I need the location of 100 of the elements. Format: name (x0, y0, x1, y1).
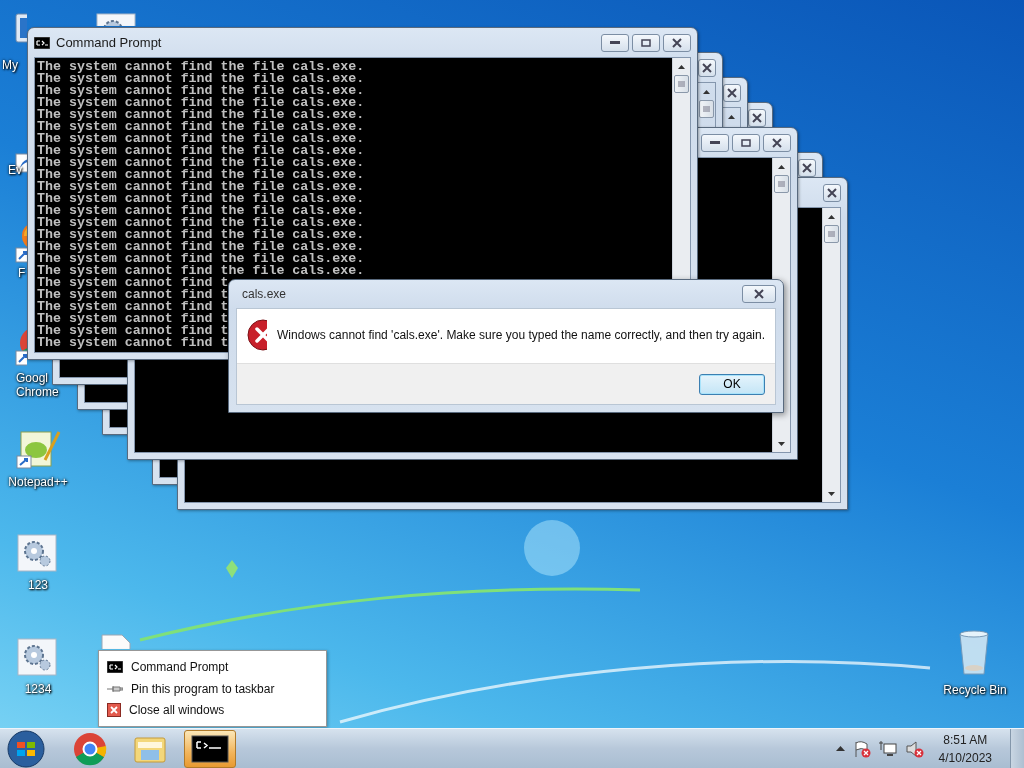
grip-icon (778, 181, 785, 187)
close-button[interactable] (798, 158, 816, 177)
caret-up-icon (728, 114, 735, 119)
grip-icon (703, 106, 710, 112)
pin-icon (107, 683, 123, 694)
console-line: The system cannot find the file cals.exe. (37, 241, 365, 253)
show-hidden-icons-button[interactable] (835, 746, 845, 751)
icon-label: 1234 (23, 682, 53, 696)
console-line: The system cannot find the file cals.exe. (37, 217, 365, 229)
maximize-icon (741, 138, 751, 147)
minimize-icon (610, 41, 620, 44)
flag-icon[interactable] (852, 739, 871, 758)
close-icon (702, 62, 712, 73)
dialog-message: Windows cannot find 'cals.exe'. Make sure you typed the name correctly, and then try again. (277, 328, 765, 342)
close-button[interactable] (663, 33, 691, 52)
console-line: The system cannot find the file cals.exe. (37, 145, 365, 157)
menu-item[interactable]: Pin this program to taskbar (105, 677, 320, 700)
notepad-icon[interactable] (15, 428, 61, 470)
scroll-thumb[interactable] (774, 175, 789, 193)
icon-label: 123 (27, 578, 49, 592)
close-button[interactable] (823, 183, 841, 202)
console-line: The system cannot find the file cals.exe. (37, 169, 365, 181)
caret-up-icon (678, 64, 685, 69)
icon-label: Recycle Bin (942, 683, 1008, 697)
clock-date[interactable]: 4/10/2023 (938, 748, 992, 767)
icon-label: Googl Chrome (16, 371, 59, 399)
speaker-icon[interactable] (904, 739, 925, 758)
scroll-thumb[interactable] (824, 225, 839, 243)
glow-drawing (524, 520, 580, 576)
caret-up-icon (828, 214, 835, 219)
console-icon (34, 36, 50, 49)
grip-icon (828, 231, 835, 237)
console-line: The system cannot find the file cals.exe. (37, 121, 365, 133)
caret-up-icon (835, 746, 845, 751)
close-icon (772, 137, 782, 148)
caret-down-icon (828, 491, 835, 496)
scroll-thumb[interactable] (674, 75, 689, 93)
network-icon[interactable] (878, 739, 897, 758)
caret-up-icon (703, 89, 710, 94)
console-icon (191, 734, 229, 763)
grip-icon (678, 81, 685, 87)
console-line: The system cannot find t (37, 289, 229, 301)
icon-label: My (2, 58, 18, 72)
close-icon (727, 87, 737, 98)
close-button[interactable] (742, 285, 776, 303)
console-line: The system cannot find t (37, 313, 229, 325)
caret-up-icon (778, 164, 785, 169)
console-line: The system cannot find the file cals.exe. (37, 205, 365, 217)
close-icon (827, 187, 837, 198)
window-title: Command Prompt (56, 35, 162, 50)
console-line: The system cannot find the file cals.exe. (37, 133, 365, 145)
close-button[interactable] (763, 133, 791, 152)
start-orb-icon (6, 729, 46, 768)
minimize-button[interactable] (701, 133, 729, 152)
taskbar-button[interactable] (184, 729, 236, 768)
maximize-icon (641, 38, 651, 47)
close-icon (107, 703, 121, 718)
menu-item[interactable]: Command Prompt (105, 656, 320, 678)
minimize-button[interactable] (601, 33, 629, 52)
icon-label: Ev (8, 163, 22, 177)
close-icon (754, 289, 764, 299)
console-line: The system cannot find the file cals.exe. (37, 253, 365, 265)
show-desktop-button[interactable] (1010, 728, 1024, 768)
console-line: The system cannot find t (37, 325, 229, 337)
browser-icon (73, 731, 107, 766)
console-line: The system cannot find the file cals.exe. (37, 181, 365, 193)
scroll-thumb[interactable] (699, 100, 714, 118)
maximize-button[interactable] (732, 133, 760, 152)
caret-down-icon (778, 441, 785, 446)
close-icon (672, 37, 682, 48)
console-line: The system cannot find the file cals.exe. (37, 73, 365, 85)
icon-label: F (18, 266, 26, 280)
console-line: The system cannot find the file cals.exe. (37, 265, 365, 277)
ok-button[interactable]: OK (699, 373, 765, 395)
console-line: The system cannot find the file cals.exe. (37, 109, 365, 121)
menu-item[interactable]: Close all windows (105, 699, 320, 721)
maximize-button[interactable] (632, 33, 660, 52)
console-line: The system cannot find the file cals.exe. (37, 229, 365, 241)
scrollbar[interactable] (822, 208, 840, 502)
close-button[interactable] (723, 83, 741, 102)
console-line: The system cannot find the file cals.exe. (37, 61, 365, 73)
error-icon (247, 319, 268, 351)
close-button[interactable] (698, 58, 716, 77)
close-button[interactable] (748, 108, 766, 127)
console-line: The system cannot find the file cals.exe. (37, 97, 365, 109)
console-line: The system cannot find t (37, 277, 229, 289)
clock-time[interactable]: 8:51 AM (943, 730, 988, 749)
console-line: The system cannot find the file cals.exe. (37, 157, 365, 169)
icon-label: Notepad++ (7, 475, 69, 489)
dialog-title: cals.exe (242, 287, 287, 301)
console-line: The system cannot find t (37, 337, 229, 349)
gear-icon[interactable] (95, 12, 137, 26)
close-icon (752, 112, 762, 123)
console-line: The system cannot find the file cals.exe. (37, 193, 365, 205)
close-icon (802, 162, 812, 173)
minimize-icon (710, 141, 720, 144)
console-line: The system cannot find t (37, 301, 229, 313)
sparkle-icon (226, 560, 238, 578)
console-line: The system cannot find the file cals.exe. (37, 85, 365, 97)
start-button[interactable] (4, 728, 48, 768)
